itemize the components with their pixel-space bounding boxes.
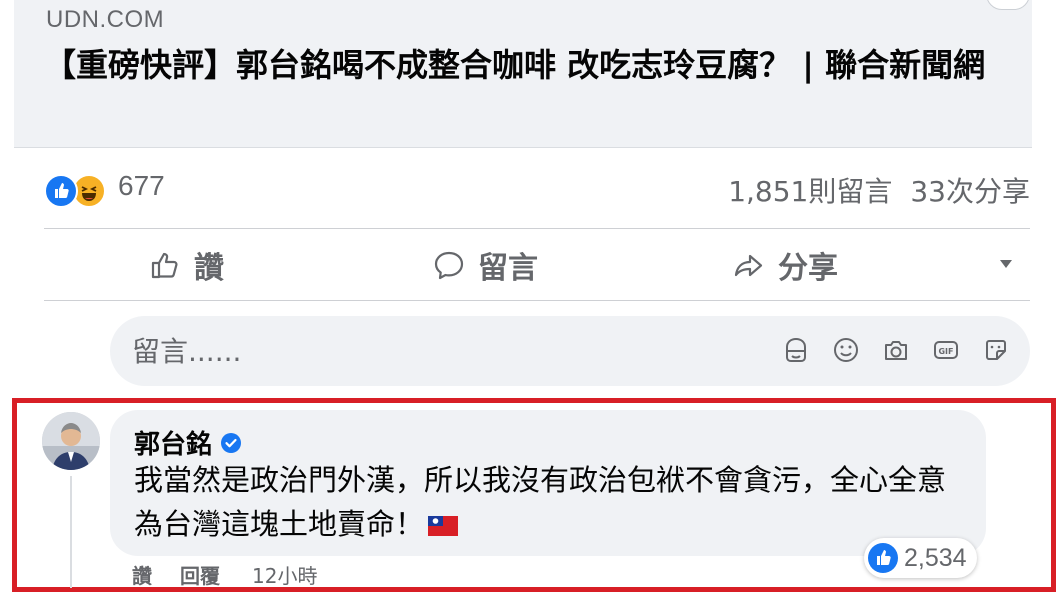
divider (44, 228, 1030, 229)
comment-icon (434, 251, 464, 280)
comment-composer[interactable]: GIF (110, 316, 1030, 386)
taiwan-flag-icon (428, 516, 459, 536)
caret-down-icon (1000, 260, 1012, 268)
share-icon (734, 254, 763, 277)
audience-dropdown-button[interactable] (994, 252, 1018, 276)
comment-actions: 讚 回覆 12小時 (132, 560, 317, 589)
avatar[interactable] (42, 412, 100, 470)
svg-text:GIF: GIF (938, 347, 953, 356)
comment-body: 我當然是政治門外漢，所以我沒有政治包袱不會貪污，全心全意為台灣這塊土地賣命！ (134, 463, 947, 541)
gif-icon[interactable]: GIF (930, 334, 962, 366)
reaction-count[interactable]: 677 (118, 170, 165, 202)
comment-reply-button[interactable]: 回覆 (180, 560, 220, 589)
comment-like-button[interactable]: 讚 (132, 560, 152, 589)
thumbs-up-icon (151, 252, 178, 279)
comment-bubble: 郭台銘 我當然是政治門外漢，所以我沒有政治包袱不會貪污，全心全意為台灣這塊土地賣… (110, 410, 986, 556)
like-label: 讚 (194, 251, 224, 286)
comment-label: 留言 (478, 251, 538, 286)
share-count[interactable]: 33次分享 (910, 175, 1030, 208)
comment-like-count: 2,534 (904, 543, 967, 572)
preview-close-button[interactable] (986, 0, 1030, 10)
reaction-icons[interactable] (44, 174, 110, 208)
comment-text: 我當然是政治門外漢，所以我沒有政治包袱不會貪污，全心全意為台灣這塊土地賣命！ (134, 458, 964, 546)
link-preview[interactable]: UDN.COM 【重磅快評】郭台銘喝不成整合咖啡 改吃志玲豆腐？ | 聯合新聞網 (14, 0, 1032, 148)
comment-timestamp[interactable]: 12小時 (252, 560, 317, 589)
comment-input[interactable] (132, 330, 732, 372)
preview-domain: UDN.COM (46, 6, 165, 33)
like-icon (44, 174, 78, 208)
action-bar: 讚 留言 分享 (44, 230, 1030, 300)
comment-count[interactable]: 1,851則留言 (728, 175, 892, 208)
share-label: 分享 (778, 251, 838, 286)
comment-button[interactable]: 留言 (432, 242, 538, 288)
sticker-icon[interactable] (980, 334, 1012, 366)
share-button[interactable]: 分享 (732, 242, 838, 288)
comment-likes-badge[interactable]: 2,534 (864, 538, 977, 578)
reaction-summary: 677 1,851則留言 33次分享 (44, 168, 1030, 214)
verified-badge-icon (221, 432, 242, 453)
divider (44, 300, 1030, 301)
like-icon (868, 543, 898, 573)
emoji-icon[interactable] (830, 334, 862, 366)
camera-icon[interactable] (880, 334, 912, 366)
like-button[interactable]: 讚 (148, 242, 224, 288)
thread-line (70, 476, 72, 588)
preview-title[interactable]: 【重磅快評】郭台銘喝不成整合咖啡 改吃志玲豆腐？ | 聯合新聞網 (44, 44, 1004, 86)
comment-author[interactable]: 郭台銘 (134, 424, 212, 461)
avatar-sticker-icon[interactable] (780, 334, 812, 366)
